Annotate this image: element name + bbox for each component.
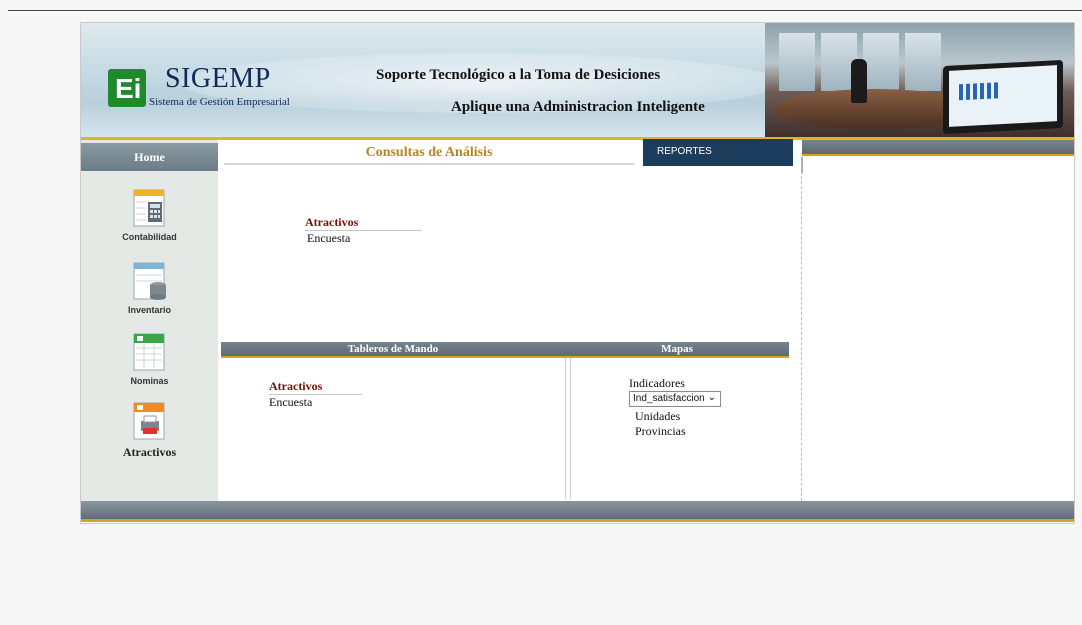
reportes-tab[interactable]: REPORTES xyxy=(643,139,793,166)
sidebar-item-label: Nominas xyxy=(130,376,169,386)
sidebar-item-contabilidad[interactable]: Contabilidad xyxy=(81,188,218,242)
mapas-link-unidades[interactable]: Unidades xyxy=(635,409,680,424)
sidebar-item-inventario[interactable]: Inventario xyxy=(81,261,218,315)
sigemp-logo-icon: Ei xyxy=(108,69,146,107)
tagline-secondary: Aplique una Administracion Inteligente xyxy=(451,99,705,115)
page-title-text: Consultas de Análisis xyxy=(365,145,493,160)
sidebar-item-label: Inventario xyxy=(127,305,171,315)
home-button[interactable]: Home xyxy=(81,143,218,171)
window-pane xyxy=(779,33,815,91)
chevron-down-icon: ⌄ xyxy=(707,392,716,403)
boardroom-image xyxy=(765,23,1074,137)
indicador-select[interactable]: Ind_satisfaccion ⌄ xyxy=(629,391,721,407)
window-pane xyxy=(863,33,899,91)
top-divider xyxy=(8,10,1082,11)
tableros-group-title[interactable]: Atractivos xyxy=(269,379,362,395)
window-pane xyxy=(905,33,941,91)
consultas-group-title[interactable]: Atractivos xyxy=(305,215,422,231)
logo-subtitle: Sistema de Gestión Empresarial xyxy=(149,96,290,108)
page-title: Consultas de Análisis xyxy=(224,143,634,165)
header-banner: Ei SIGEMP Sistema de Gestión Empresarial… xyxy=(81,23,1074,137)
sidebar-item-label: Contabilidad xyxy=(122,232,177,242)
indicadores-label: Indicadores xyxy=(629,376,685,390)
monitor-screen xyxy=(949,65,1057,127)
consultas-link-encuesta[interactable]: Encuesta xyxy=(307,231,350,246)
indicador-select-value: Ind_satisfaccion xyxy=(633,393,705,404)
spreadsheet-icon xyxy=(132,332,168,372)
calculator-icon xyxy=(132,188,168,228)
sidebar: Home Contabilidad Inventario Nominas Atr… xyxy=(81,140,218,501)
sidebar-item-atractivos[interactable]: Atractivos xyxy=(81,401,218,460)
home-label: Home xyxy=(134,150,165,164)
mapas-link-provincias[interactable]: Provincias xyxy=(635,424,686,439)
logo-title: SIGEMP xyxy=(165,63,271,94)
database-icon xyxy=(132,261,168,301)
tableros-link-encuesta[interactable]: Encuesta xyxy=(269,395,312,410)
mapas-header: Mapas xyxy=(565,342,789,358)
right-panel-divider xyxy=(801,156,802,501)
tableros-header: Tableros de Mando xyxy=(221,342,565,358)
reportes-label: REPORTES xyxy=(657,146,712,157)
tagline-primary: Soporte Tecnológico a la Toma de Desicio… xyxy=(376,67,661,83)
sidebar-item-label: Atractivos xyxy=(122,445,177,459)
right-panel-header xyxy=(802,140,1074,156)
app-frame: Ei SIGEMP Sistema de Gestión Empresarial… xyxy=(80,22,1075,524)
section-splitter xyxy=(565,358,571,499)
chart-bars xyxy=(959,82,999,101)
businessman-silhouette xyxy=(851,59,867,103)
monitor-icon xyxy=(943,59,1063,135)
printer-icon xyxy=(132,401,168,441)
footer-bar xyxy=(81,501,1074,522)
sidebar-item-nominas[interactable]: Nominas xyxy=(81,332,218,386)
